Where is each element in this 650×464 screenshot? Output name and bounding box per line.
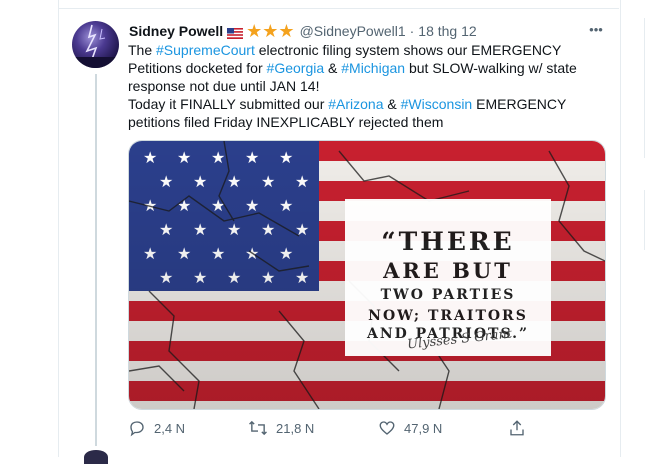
hashtag-link[interactable]: #Wisconsin (401, 96, 473, 112)
hashtag-link[interactable]: #Georgia (267, 60, 325, 76)
tweet-text-segment: Today it FINALLY submitted our (128, 96, 329, 112)
tweet-paragraph-1: The #SupremeCourt electronic filing syst… (128, 41, 598, 95)
display-name[interactable]: Sidney Powell (129, 23, 223, 39)
quote-line-3: TWO PARTIES (380, 287, 516, 303)
share-button[interactable] (508, 418, 534, 438)
tweet-actions: 2,4 N 21,8 N 47,9 N (128, 418, 538, 438)
hashtag-link[interactable]: #Arizona (328, 96, 383, 112)
next-tweet-avatar[interactable] (84, 450, 108, 464)
avatar[interactable] (72, 21, 119, 68)
quote-line-2: ARE BUT (383, 258, 513, 283)
tweet-text-segment: The (128, 42, 157, 58)
quote-line-1: “THERE (381, 227, 515, 256)
more-options-icon[interactable]: ••• (585, 22, 607, 38)
hashtag-link[interactable]: #SupremeCourt (156, 42, 255, 58)
tweet-text-segment: & (324, 60, 342, 76)
right-edge-divider-lower (644, 190, 650, 250)
like-button[interactable]: 47,9 N (378, 418, 442, 438)
tweet-text-segment: & (383, 96, 401, 112)
thread-line (95, 74, 97, 446)
share-icon (510, 420, 524, 436)
tweet-text: The #SupremeCourt electronic filing syst… (128, 41, 598, 131)
retweet-count: 21,8 N (276, 420, 315, 436)
star-emoji-icon: ★★★ (246, 21, 295, 41)
reply-icon (130, 421, 144, 437)
tweet-paragraph-2: Today it FINALLY submitted our #Arizona … (128, 95, 598, 131)
heart-icon (379, 421, 395, 435)
hashtag-link[interactable]: #Michigan (341, 60, 405, 76)
reply-button[interactable]: 2,4 N (128, 418, 185, 438)
quote-line-4a: NOW; TRAITORS (368, 308, 528, 324)
us-flag-emoji-icon (227, 26, 244, 39)
retweet-icon (249, 420, 267, 436)
separator-dot: · (409, 23, 415, 39)
right-edge-divider (644, 18, 650, 158)
reply-count: 2,4 N (154, 420, 186, 436)
timestamp[interactable]: 18 thg 12 (418, 23, 476, 39)
handle[interactable]: @SidneyPowell1 (300, 23, 406, 39)
top-divider (58, 0, 619, 9)
like-count: 47,9 N (404, 420, 443, 436)
tweet-header: Sidney Powell ★★★ @SidneyPowell1 · 18 th… (129, 22, 477, 40)
retweet-button[interactable]: 21,8 N (248, 418, 314, 438)
